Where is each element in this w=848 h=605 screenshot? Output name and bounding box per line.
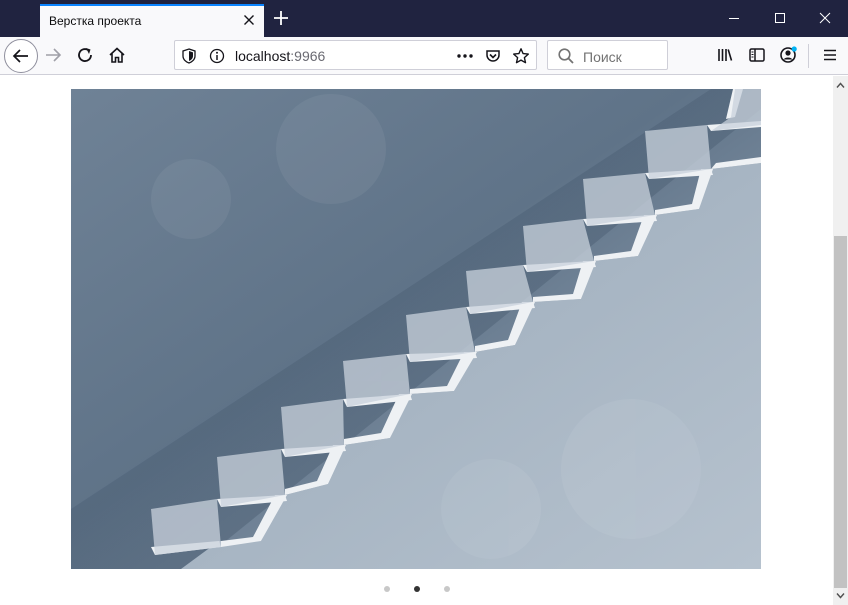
scroll-down-arrow-icon[interactable] [836,591,845,600]
slider-dot-1[interactable] [384,586,390,592]
address-bar[interactable]: localhost:9966 [174,40,537,70]
scrollbar-thumb[interactable] [834,236,847,588]
forward-arrow-icon[interactable] [38,40,68,70]
close-window-icon[interactable] [802,6,848,30]
shield-icon[interactable] [180,47,198,65]
url-text: localhost:9966 [235,48,325,64]
maximize-window-icon[interactable] [757,6,803,30]
back-arrow-icon[interactable] [4,39,38,73]
info-icon[interactable] [208,47,226,65]
sidebar-icon[interactable] [742,40,772,70]
vertical-scrollbar[interactable] [833,76,848,605]
url-host: localhost [235,48,291,64]
menu-icon[interactable] [815,40,845,70]
home-icon[interactable] [102,40,132,70]
toolbar-separator [808,44,809,68]
title-bar: Верстка проекта [0,0,848,37]
page-content [0,76,833,605]
slider-dot-3[interactable] [444,586,450,592]
slider-image [71,89,761,569]
tab-title: Верстка проекта [49,14,142,28]
browser-tab[interactable]: Верстка проекта [40,4,264,37]
slider-dots [380,586,460,594]
search-icon [557,47,575,70]
pocket-icon[interactable] [484,47,502,65]
search-placeholder: Поиск [583,49,622,65]
minimize-window-icon[interactable] [711,6,757,30]
url-port: :9966 [290,48,326,64]
library-icon[interactable] [710,40,740,70]
account-icon[interactable] [774,40,804,70]
tab-close-icon[interactable] [240,11,258,29]
slider-dot-2[interactable] [414,586,420,592]
search-bar[interactable]: Поиск [547,40,668,70]
new-tab-plus-icon[interactable] [271,8,291,28]
scroll-up-arrow-icon[interactable] [836,81,845,90]
star-icon[interactable] [512,47,530,65]
reload-icon[interactable] [70,40,100,70]
more-dots-icon[interactable] [456,47,474,65]
navigation-toolbar: localhost:9966 Поиск [0,37,848,75]
